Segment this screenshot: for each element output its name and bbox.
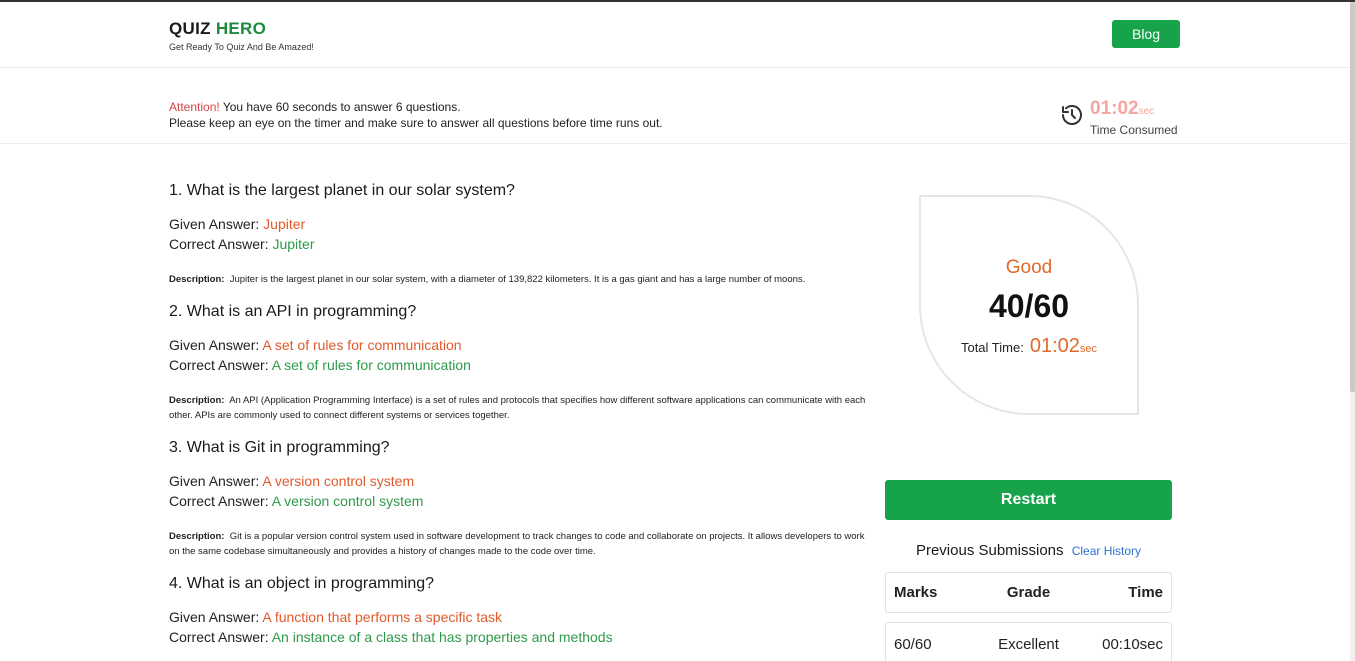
correct-answer-value: Jupiter <box>272 236 315 252</box>
description-text: An API (Application Programming Interfac… <box>169 395 866 421</box>
notice-line1: You have 60 seconds to answer 6 question… <box>219 100 461 114</box>
given-answer-value: A function that performs a specific task <box>262 609 503 625</box>
correct-answer: Correct Answer: A set of rules for commu… <box>169 355 869 375</box>
question-title: 4. What is an object in programming? <box>169 575 435 592</box>
site-header: QUIZ HERO Get Ready To Quiz And Be Amaze… <box>0 2 1350 68</box>
previous-submissions-title: Previous Submissions <box>915 542 1064 559</box>
description-text: Jupiter is the largest planet in our sol… <box>229 274 806 285</box>
correct-answer-value: A version control system <box>271 493 424 509</box>
header-marks: Marks <box>894 584 938 601</box>
submissions-table-header: Marks Grade Time <box>885 572 1172 613</box>
question-title: 1. What is the largest planet in our sol… <box>169 182 515 199</box>
row-marks: 60/60 <box>894 635 932 653</box>
description-text: Git is a popular version control system … <box>169 531 865 557</box>
notice-bar: Attention! You have 60 seconds to answer… <box>0 68 1350 144</box>
correct-answer: Correct Answer: Jupiter <box>169 234 869 254</box>
results-sidebar: Good 40/60 Total Time: 01:02sec Restart P… <box>876 162 1181 661</box>
description-label: Description: <box>169 531 225 542</box>
timer-value-text: 01:02 <box>1090 98 1139 119</box>
total-time-value-text: 01:02 <box>1029 335 1080 357</box>
header-grade: Grade <box>1006 584 1051 601</box>
blog-button[interactable]: Blog <box>1112 20 1180 48</box>
clear-history-link[interactable]: Clear History <box>1072 544 1141 558</box>
restart-button[interactable]: Restart <box>885 480 1172 520</box>
question-title: 2. What is an API in programming? <box>169 303 417 320</box>
timer: 01:02sec Time Consumed <box>1060 98 1178 137</box>
given-answer: Given Answer: A set of rules for communi… <box>169 335 869 355</box>
question-item: 1. What is the largest planet in our sol… <box>169 180 869 287</box>
score-value: 40/60 <box>988 288 1070 324</box>
timer-value: 01:02sec <box>1090 98 1178 123</box>
given-answer: Given Answer: A function that performs a… <box>169 607 869 627</box>
table-row: 60/60 Excellent 00:10sec <box>885 622 1172 661</box>
brand-title: QUIZ HERO <box>169 19 314 39</box>
correct-answer-label: Correct Answer: <box>169 493 272 509</box>
correct-answer: Correct Answer: A version control system <box>169 491 869 511</box>
total-time-label: Total Time: <box>960 340 1024 355</box>
correct-answer-value: A set of rules for communication <box>271 357 471 373</box>
header-time: Time <box>1128 584 1164 601</box>
notice-text: Attention! You have 60 seconds to answer… <box>169 99 663 131</box>
given-answer: Given Answer: Jupiter <box>169 214 869 234</box>
question-description: Description: Git is a popular version co… <box>169 529 869 559</box>
row-time: 00:10sec <box>1102 635 1164 653</box>
given-answer-label: Given Answer: <box>169 473 263 489</box>
given-answer-label: Given Answer: <box>169 216 264 232</box>
brand-logo[interactable]: QUIZ HERO Get Ready To Quiz And Be Amaze… <box>169 19 314 52</box>
correct-answer-value: An instance of a class that has properti… <box>271 629 613 645</box>
question-item: 4. What is an object in programming? Giv… <box>169 573 869 647</box>
description-label: Description: <box>169 395 225 406</box>
timer-unit: sec <box>1138 106 1155 117</box>
question-item: 2. What is an API in programming? Given … <box>169 301 869 423</box>
brand-title-quiz: QUIZ <box>169 19 211 38</box>
score-grade: Good <box>1005 257 1053 278</box>
correct-answer-label: Correct Answer: <box>169 629 272 645</box>
question-description: Description: An API (Application Program… <box>169 393 869 423</box>
correct-answer-label: Correct Answer: <box>169 357 272 373</box>
questions-list: 1. What is the largest planet in our sol… <box>169 180 869 661</box>
notice-line2: Please keep an eye on the timer and make… <box>169 116 663 130</box>
total-time: Total Time: 01:02sec <box>921 335 1137 358</box>
given-answer-label: Given Answer: <box>169 337 263 353</box>
attention-label: Attention! <box>169 100 220 114</box>
given-answer-value: A version control system <box>262 473 415 489</box>
total-time-unit: sec <box>1079 343 1098 355</box>
correct-answer-label: Correct Answer: <box>169 236 273 252</box>
score-card: Good 40/60 Total Time: 01:02sec <box>919 195 1139 415</box>
question-item: 3. What is Git in programming? Given Ans… <box>169 437 869 559</box>
given-answer-value: A set of rules for communication <box>262 337 462 353</box>
question-description: Description: Jupiter is the largest plan… <box>169 272 869 287</box>
given-answer-value: Jupiter <box>263 216 306 232</box>
previous-submissions-heading: Previous Submissions Clear History <box>885 542 1172 559</box>
total-time-value: 01:02sec <box>1030 335 1097 357</box>
question-title: 3. What is Git in programming? <box>169 439 390 456</box>
brand-title-hero: HERO <box>215 19 267 38</box>
page-scrollbar-thumb[interactable] <box>1350 2 1355 392</box>
correct-answer: Correct Answer: An instance of a class t… <box>169 627 869 647</box>
given-answer-label: Given Answer: <box>169 609 263 625</box>
row-grade: Excellent <box>998 635 1059 653</box>
timer-label: Time Consumed <box>1090 123 1178 137</box>
brand-tagline: Get Ready To Quiz And Be Amazed! <box>169 42 314 52</box>
history-icon <box>1062 105 1082 125</box>
given-answer: Given Answer: A version control system <box>169 471 869 491</box>
description-label: Description: <box>169 274 225 285</box>
